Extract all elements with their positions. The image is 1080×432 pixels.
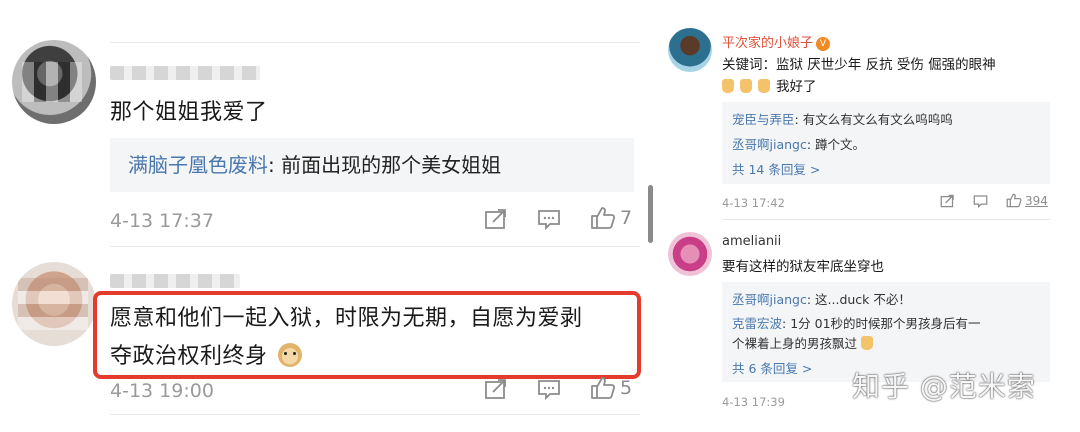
- share-button[interactable]: [484, 378, 508, 400]
- hand-emoji-icon: [722, 79, 734, 93]
- comment-time: 4-13 17:42: [722, 196, 785, 210]
- blurred-username: [110, 66, 260, 80]
- share-button[interactable]: [940, 194, 955, 208]
- share-icon: [485, 379, 506, 399]
- like-count: 5: [620, 377, 633, 399]
- watermark: 知乎 @范米索: [852, 370, 1036, 403]
- scrollbar[interactable]: [648, 185, 653, 243]
- reply-text: 前面出现的那个美女姐姐: [281, 153, 502, 177]
- divider: [110, 414, 640, 415]
- comment-text: 那个姐姐我爱了: [110, 100, 268, 125]
- reaction-text: 我好了: [776, 79, 817, 95]
- reply-author-link[interactable]: 满脑子凰色废料: [128, 153, 268, 177]
- divider: [110, 42, 640, 43]
- reply-button[interactable]: [973, 194, 988, 208]
- author-name[interactable]: 平次家的小娘子: [722, 36, 813, 51]
- avatar[interactable]: [12, 262, 96, 346]
- reply-button[interactable]: [537, 208, 561, 230]
- like-button[interactable]: 5: [590, 376, 632, 400]
- reply-item: 宠臣与弄臣: 有文么有文么有文么呜呜呜: [732, 109, 953, 128]
- comment-icon: [973, 195, 988, 208]
- comment-icon: [538, 380, 560, 400]
- blurred-username: [110, 274, 240, 288]
- more-replies-link[interactable]: 共 6 条回复 >: [732, 358, 812, 377]
- reply-separator: :: [268, 153, 282, 177]
- hand-emoji-icon: [740, 79, 752, 93]
- comment-reaction: 我好了: [722, 75, 817, 95]
- share-icon: [940, 194, 954, 208]
- reply-text: 个裸着上身的男孩飘过: [732, 336, 858, 351]
- reply-item: 克雷宏波: 1分 01秒的时候那个男孩身后有一: [732, 313, 981, 332]
- thumbs-up-icon: [591, 377, 616, 399]
- comment-text: 关键词：监狱 厌世少年 反抗 受伤 倔强的眼神: [722, 57, 996, 73]
- avatar[interactable]: [668, 232, 712, 276]
- like-count: 394: [1025, 193, 1048, 208]
- like-button[interactable]: 394: [1006, 193, 1048, 208]
- like-button[interactable]: 7: [590, 206, 632, 230]
- reply-item: 丞哥啊jiangc: 这...duck 不必！: [732, 289, 911, 308]
- reply-author-link[interactable]: 丞哥啊jiangc: [732, 292, 807, 307]
- comment-time: 4-13 19:00: [110, 380, 214, 402]
- reply-item-continued: 个裸着上身的男孩飘过: [732, 333, 879, 352]
- comment-author[interactable]: amelianii: [722, 234, 781, 249]
- thumbs-up-icon: [591, 207, 616, 229]
- comment-time: 4-13 17:39: [722, 395, 785, 409]
- more-replies-link[interactable]: 共 14 条回复 >: [732, 159, 820, 178]
- share-button[interactable]: [484, 208, 508, 230]
- divider: [722, 219, 1050, 220]
- avatar[interactable]: [668, 28, 712, 72]
- reply-text: : 这...duck 不必！: [806, 292, 911, 307]
- left-comment-panel: 那个姐姐我爱了 满脑子凰色废料: 前面出现的那个美女姐姐 4-13 17:37 …: [0, 0, 660, 432]
- red-highlight-box: [93, 291, 641, 379]
- reply-text: : 有文么有文么有文么呜呜呜: [794, 112, 953, 127]
- divider: [110, 246, 640, 247]
- reply-text: : 1分 01秒的时候那个男孩身后有一: [782, 316, 981, 331]
- reply-author-link[interactable]: 克雷宏波: [732, 316, 782, 331]
- avatar[interactable]: [12, 40, 96, 124]
- hand-emoji-icon: [758, 79, 770, 93]
- comment-icon: [538, 210, 560, 230]
- comment-author[interactable]: 平次家的小娘子 V: [722, 32, 831, 51]
- reply-author-link[interactable]: 宠臣与弄臣: [732, 112, 795, 127]
- share-icon: [485, 209, 506, 229]
- reply-author-link[interactable]: 丞哥啊jiangc: [732, 137, 807, 152]
- reply-button[interactable]: [537, 378, 561, 400]
- reply-preview[interactable]: 满脑子凰色废料: 前面出现的那个美女姐姐: [110, 138, 634, 192]
- reply-preview[interactable]: 宠臣与弄臣: 有文么有文么有文么呜呜呜 丞哥啊jiangc: 蹲个文。 共 14…: [722, 102, 1050, 184]
- like-count: 7: [620, 207, 633, 229]
- hand-emoji-icon: [861, 336, 874, 350]
- reply-text: : 蹲个文。: [806, 137, 866, 152]
- comment-text: 要有这样的狱友牢底坐穿也: [722, 259, 884, 275]
- reply-item: 丞哥啊jiangc: 蹲个文。: [732, 134, 865, 153]
- vip-badge-icon: V: [816, 37, 831, 51]
- thumbs-up-icon: [1006, 193, 1022, 208]
- comment-time: 4-13 17:37: [110, 210, 214, 232]
